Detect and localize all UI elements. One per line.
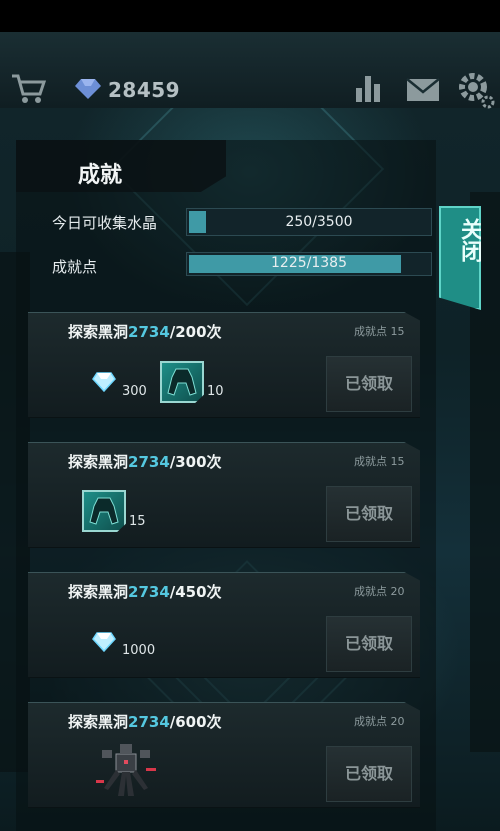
- mech-reward-icon: [160, 361, 204, 403]
- claim-button[interactable]: 已领取: [326, 486, 412, 542]
- crystal-progress-fill: [189, 211, 206, 233]
- achievement-points: 成就点 20: [354, 585, 405, 598]
- crystal-icon: [75, 79, 101, 99]
- claim-button[interactable]: 已领取: [326, 616, 412, 672]
- reward-amount: 300: [122, 384, 147, 399]
- claim-button[interactable]: 已领取: [326, 356, 412, 412]
- settings-icon[interactable]: [458, 72, 496, 110]
- achievement-title: 探索黑洞2734/200次: [68, 323, 222, 341]
- crystal-collect-label: 今日可收集水晶: [52, 214, 158, 232]
- claim-button-label: 已领取: [344, 374, 393, 393]
- page-title: 成就: [78, 163, 123, 188]
- cart-icon[interactable]: [10, 72, 46, 104]
- achievement-title: 探索黑洞2734/600次: [68, 713, 222, 731]
- robot-reward-icon: [96, 744, 156, 796]
- achievement-points: 成就点 20: [354, 715, 405, 728]
- mail-icon[interactable]: [406, 78, 440, 102]
- reward-amount: 15: [129, 514, 146, 529]
- claim-button-label: 已领取: [344, 764, 393, 783]
- reward-amount: 1000: [122, 643, 156, 658]
- ranking-icon[interactable]: [354, 74, 382, 104]
- achievement-points: 成就点 15: [354, 455, 405, 468]
- crystal-count: 28459: [108, 78, 181, 102]
- claim-button[interactable]: 已领取: [326, 746, 412, 802]
- achievement-points-label: 成就点: [52, 258, 98, 276]
- achievement-title: 探索黑洞2734/300次: [68, 453, 222, 471]
- claim-button-label: 已领取: [344, 504, 393, 523]
- claim-button-label: 已领取: [344, 634, 393, 653]
- close-label: 关闭: [457, 218, 482, 262]
- points-progress-bar: 1225/1385: [186, 252, 432, 276]
- mech-reward-icon: [82, 490, 126, 532]
- crystal-progress-text: 250/3500: [285, 214, 353, 230]
- points-progress-text: 1225/1385: [271, 255, 347, 271]
- crystal-progress-bar: 250/3500: [186, 208, 432, 236]
- crystal-reward-icon: [92, 632, 116, 652]
- close-button[interactable]: 关闭: [439, 206, 481, 310]
- achievement-title: 探索黑洞2734/450次: [68, 583, 222, 601]
- crystal-reward-icon: [92, 372, 116, 392]
- reward-amount: 10: [207, 384, 224, 399]
- achievement-points: 成就点 15: [354, 325, 405, 338]
